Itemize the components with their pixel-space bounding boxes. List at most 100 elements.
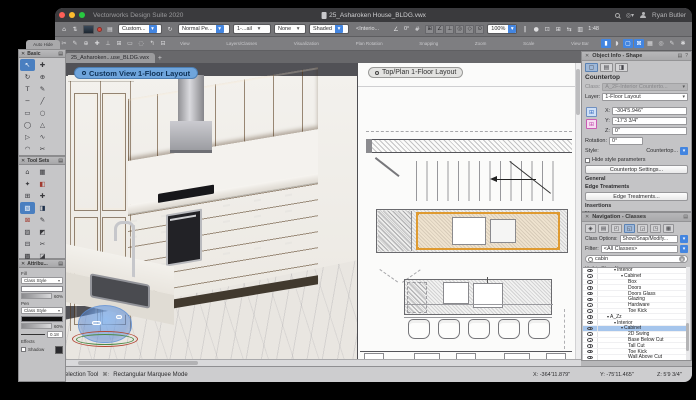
snap-edge-icon[interactable]: ◇ xyxy=(465,25,474,34)
interior-toolset-icon[interactable]: ◨ xyxy=(35,202,50,214)
edge-treatments-section-label[interactable]: Edge Treatments xyxy=(585,184,629,190)
close-window-button[interactable] xyxy=(59,12,65,18)
auto-hide-tab[interactable]: Auto Hide xyxy=(26,40,60,49)
shadow-checkbox[interactable] xyxy=(21,347,26,352)
fill-style-dropdown[interactable]: Class Style▾ xyxy=(21,277,63,284)
visibility-cell[interactable] xyxy=(583,343,598,348)
minus-toolset-icon[interactable]: ⊟ xyxy=(20,238,35,250)
rectangle-tool-icon[interactable]: ▭ xyxy=(20,107,35,119)
close-icon[interactable]: ✕ xyxy=(21,261,25,267)
perpendicular-icon[interactable]: ⊥ xyxy=(103,39,113,48)
rectangle-mode-icon[interactable]: ▭ xyxy=(125,39,135,48)
rotate-tool-icon[interactable]: ↻ xyxy=(20,71,35,83)
layer-dropdown[interactable]: 1-Floor Layout▾ xyxy=(602,93,688,101)
data-tab-icon[interactable]: ▤ xyxy=(600,63,613,72)
pen-opacity-value[interactable]: 60% xyxy=(54,324,63,329)
triangle-tool-icon[interactable]: △ xyxy=(35,119,50,131)
oval-tool-icon[interactable]: ◯ xyxy=(20,119,35,131)
plan-viewport[interactable]: Top/Plan 1-Floor Layout xyxy=(357,63,581,359)
refresh-icon[interactable]: ↻ xyxy=(165,25,175,34)
lasso-mode-icon[interactable]: ◌ xyxy=(136,39,146,48)
class-row[interactable]: Wall Above Cut xyxy=(583,355,687,360)
sheet-layers-icon[interactable]: ◰ xyxy=(611,224,622,233)
visibility-cell[interactable] xyxy=(583,285,598,290)
polygon-tool-icon[interactable]: ▷ xyxy=(20,131,35,143)
eye-icon[interactable] xyxy=(587,344,593,348)
menu-icon[interactable]: ▤ xyxy=(683,214,688,220)
viewports-icon[interactable]: ◳ xyxy=(650,224,661,233)
cabinet-door[interactable] xyxy=(74,93,98,211)
home-icon[interactable]: ⌂ xyxy=(59,25,69,34)
class-search-input[interactable]: cabin ✕ xyxy=(585,255,688,263)
pan-tool-icon[interactable]: ✚ xyxy=(35,59,50,71)
move-icon[interactable]: ✚ xyxy=(92,39,102,48)
selection-handle[interactable] xyxy=(416,212,419,215)
pen-style-dropdown[interactable]: Class Style▾ xyxy=(21,307,63,314)
fit-objects-icon[interactable]: ⊡ xyxy=(542,25,552,34)
zoom-tool-icon[interactable]: ⊕ xyxy=(35,71,50,83)
selection-handle[interactable] xyxy=(557,212,560,215)
saved-view-dropdown[interactable]: Custom...▾ xyxy=(118,24,162,34)
close-icon[interactable]: ✕ xyxy=(585,214,589,220)
text-tool-icon[interactable]: T xyxy=(20,83,35,95)
menu-icon[interactable]: ▤ xyxy=(58,261,63,267)
visibility-cell[interactable] xyxy=(583,297,598,302)
vertical-scrollbar[interactable] xyxy=(686,267,690,360)
shaded-toolset-icon[interactable]: ▨ xyxy=(20,226,35,238)
walls-toolset-icon[interactable]: ⌂ xyxy=(20,166,35,178)
scrollbar-thumb[interactable] xyxy=(686,323,689,351)
x-input[interactable]: -304'5.946" xyxy=(612,107,687,115)
visibility-cell[interactable] xyxy=(583,326,598,331)
eye-icon[interactable] xyxy=(587,269,593,273)
cabinet-door[interactable] xyxy=(102,93,126,211)
selection-handle[interactable] xyxy=(557,247,560,250)
close-icon[interactable]: ✕ xyxy=(21,158,25,164)
eye-icon[interactable] xyxy=(587,309,593,313)
document-tab[interactable]: 25_Asharoken...use_BLDG.vwx xyxy=(65,53,155,63)
classes-icon[interactable]: ◱ xyxy=(624,224,635,233)
zoom-dropdown[interactable]: 100%▾ xyxy=(487,24,517,34)
references-icon[interactable]: ◲ xyxy=(637,224,648,233)
sync-icon[interactable]: ⇅ xyxy=(70,25,80,34)
options-icon[interactable]: ✱ xyxy=(678,39,688,48)
new-tab-button[interactable]: + xyxy=(155,53,165,63)
circle-tool-icon[interactable]: ○ xyxy=(35,107,50,119)
eye-icon[interactable] xyxy=(587,321,593,325)
cartesian-coords-button[interactable]: ⊞ xyxy=(586,107,597,117)
polar-coords-button[interactable]: ⊞ xyxy=(586,119,597,129)
frame-icon[interactable]: ▢ xyxy=(623,39,633,48)
annotate-icon[interactable]: ✎ xyxy=(667,39,677,48)
eye-icon[interactable] xyxy=(587,350,593,354)
saved-views-icon[interactable]: ◈ xyxy=(585,224,596,233)
render-mode-dropdown[interactable]: Shaded▾ xyxy=(309,24,349,34)
visibility-cell[interactable] xyxy=(583,338,598,343)
visibility-cell[interactable] xyxy=(583,309,598,314)
magnet-icon[interactable]: ⊕ xyxy=(81,39,91,48)
close-toolset-icon[interactable]: ⊠ xyxy=(20,214,35,226)
hatch-view-icon[interactable]: ▦ xyxy=(645,39,655,48)
grid-snap-icon[interactable]: # xyxy=(412,25,422,34)
pen-opacity-bar[interactable] xyxy=(21,323,52,329)
pen-toolset-icon[interactable]: ✎ xyxy=(35,214,50,226)
pen-color-swatch[interactable] xyxy=(21,316,63,322)
object-info-header[interactable]: ✕ Object Info - Shape ▤ ? xyxy=(582,52,691,61)
eye-icon[interactable] xyxy=(587,298,593,302)
range-hood-chimney[interactable] xyxy=(178,75,204,123)
menu-icon[interactable]: ▤ xyxy=(58,51,63,57)
visibility-cell[interactable] xyxy=(583,320,598,325)
scale-value[interactable]: 1:48 xyxy=(588,26,599,32)
eye-icon[interactable] xyxy=(587,332,593,336)
eye-icon[interactable] xyxy=(587,315,593,319)
line-weight-input[interactable]: 0.18 xyxy=(47,331,63,338)
selected-countertop[interactable] xyxy=(416,212,560,250)
snap-grid-icon[interactable]: ⊞ xyxy=(425,25,434,34)
user-name[interactable]: Ryan Butler xyxy=(652,12,686,19)
fill-opacity-value[interactable]: 60% xyxy=(54,294,63,299)
scrollbar-thumb[interactable] xyxy=(576,69,580,115)
class-options-dropdown[interactable]: Show/Snap/Modify... xyxy=(620,235,678,243)
scale-sync-icon[interactable]: ⇆ xyxy=(564,25,574,34)
visibility-cell[interactable] xyxy=(583,268,598,273)
diagonal-line-tool-icon[interactable]: ╱ xyxy=(35,95,50,107)
visibility-cell[interactable] xyxy=(583,280,598,285)
corner-mode-icon[interactable]: ↰ xyxy=(147,39,157,48)
